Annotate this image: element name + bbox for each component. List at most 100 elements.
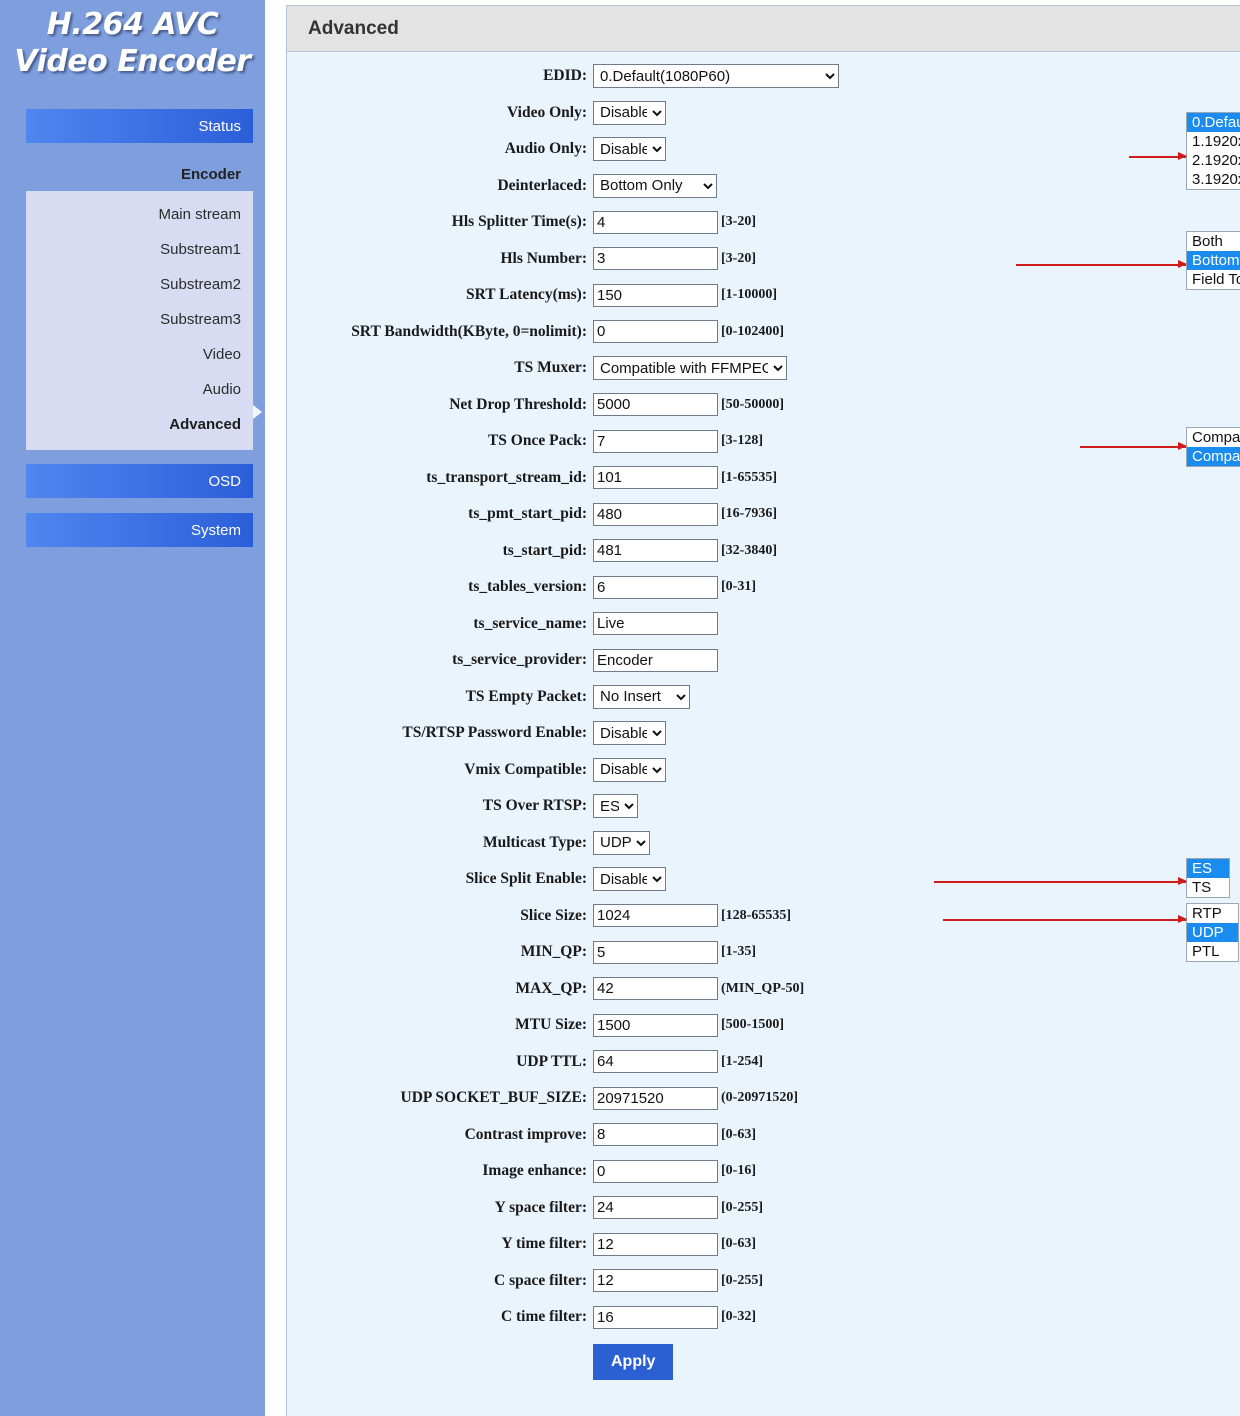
form-row: SRT Latency(ms): [1-10000]: [287, 277, 1240, 314]
arrow-head: [1178, 877, 1187, 885]
sidebar-item-video[interactable]: Video: [26, 337, 253, 372]
field-control: Disable: [593, 757, 666, 782]
text-field[interactable]: [593, 283, 718, 307]
text-field[interactable]: [593, 210, 718, 234]
text-field[interactable]: [593, 539, 718, 563]
form-row: UDP SOCKET_BUF_SIZE: (0-20971520]: [287, 1080, 1240, 1117]
dropdown-option[interactable]: Bottom Only: [1187, 251, 1240, 270]
dropdown-option[interactable]: UDP: [1187, 923, 1238, 942]
field-range-hint: [0-63]: [721, 1236, 756, 1252]
sidebar-item-substream3[interactable]: Substream3: [26, 302, 253, 337]
field-control: [0-102400]: [593, 320, 784, 344]
select-field[interactable]: Compatible with FFMPEG: [593, 356, 787, 381]
apply-button[interactable]: Apply: [593, 1343, 674, 1380]
field-range-hint: [0-255]: [721, 1199, 763, 1215]
field-label: Vmix Compatible:: [464, 760, 587, 778]
field-label: Net Drop Threshold:: [449, 395, 587, 413]
form-row: Vmix Compatible: Disable: [287, 752, 1240, 789]
field-label: Video Only:: [507, 103, 587, 121]
dropdown-option[interactable]: TS: [1187, 878, 1229, 897]
field-range-hint: [3-128]: [721, 433, 763, 449]
text-field[interactable]: [593, 1013, 718, 1037]
text-field[interactable]: [593, 904, 718, 928]
sidebar-item-advanced[interactable]: Advanced: [26, 407, 253, 442]
select-field[interactable]: Disable: [593, 867, 666, 892]
field-range-hint: [500-1500]: [721, 1017, 784, 1033]
sidebar-item-system[interactable]: System: [26, 513, 253, 547]
form-row: Y space filter: [0-255]: [287, 1190, 1240, 1227]
select-field[interactable]: ES: [593, 794, 638, 819]
arrow-ts-muxer-icon: [1080, 442, 1187, 451]
field-range-hint: [0-102400]: [721, 323, 784, 339]
text-field[interactable]: [593, 247, 718, 271]
select-field[interactable]: UDP: [593, 830, 650, 855]
text-field[interactable]: [593, 648, 718, 672]
text-field[interactable]: [593, 429, 718, 453]
dropdown-option[interactable]: RTP: [1187, 904, 1238, 923]
dropdown-option[interactable]: 1.1920x1080@60_DELL_U2414H: [1187, 132, 1240, 151]
text-field[interactable]: [593, 1050, 718, 1074]
dropdown-option[interactable]: Compatible with FFMPEG: [1187, 447, 1240, 466]
select-field[interactable]: Bottom Only: [593, 173, 717, 198]
dropdown-option[interactable]: Both: [1187, 232, 1240, 251]
multicast-type-options[interactable]: RTP UDP PTL: [1186, 903, 1239, 962]
text-field[interactable]: [593, 393, 718, 417]
field-label: TS Muxer:: [514, 359, 587, 377]
sidebar-item-osd[interactable]: OSD: [26, 464, 253, 498]
text-field[interactable]: [593, 320, 718, 344]
field-control: [3-20]: [593, 210, 756, 234]
sidebar-item-status[interactable]: Status: [26, 109, 253, 143]
text-field[interactable]: [593, 1086, 718, 1110]
text-field[interactable]: [593, 1196, 718, 1220]
apply-row: Apply: [287, 1336, 1240, 1388]
form-row: Y time filter: [0-63]: [287, 1226, 1240, 1263]
edid-options[interactable]: 0.Default(1080P60)1.1920x1080@60_DELL_U2…: [1186, 112, 1240, 190]
select-field[interactable]: Disable: [593, 757, 666, 782]
field-control: [3-20]: [593, 247, 756, 271]
dropdown-option[interactable]: Field To Frame: [1187, 270, 1240, 289]
dropdown-option[interactable]: 2.1920x1080@60_ITE: [1187, 151, 1240, 170]
sidebar-item-audio[interactable]: Audio: [26, 372, 253, 407]
dropdown-option[interactable]: ES: [1187, 859, 1229, 878]
sidebar-group-encoder[interactable]: Encoder: [26, 157, 253, 191]
select-field[interactable]: Disable: [593, 137, 666, 162]
select-field[interactable]: Disable: [593, 100, 666, 125]
sidebar-item-substream1[interactable]: Substream1: [26, 232, 253, 267]
text-field[interactable]: [593, 1269, 718, 1293]
text-field[interactable]: [593, 466, 718, 490]
field-control: Disable: [593, 867, 666, 892]
select-field[interactable]: No Insert: [593, 684, 690, 709]
select-field[interactable]: Disable: [593, 721, 666, 746]
field-control: 0.Default(1080P60): [593, 64, 839, 89]
text-field[interactable]: [593, 502, 718, 526]
app-logo: H.264 AVC Video Encoder: [0, 0, 265, 80]
ts-muxer-options[interactable]: Compatible with VLCCompatible with FFMPE…: [1186, 427, 1240, 467]
form-row: ts_pmt_start_pid: [16-7936]: [287, 496, 1240, 533]
field-label: ts_pmt_start_pid:: [468, 505, 587, 523]
dropdown-option[interactable]: PTL: [1187, 942, 1238, 961]
select-field[interactable]: 0.Default(1080P60): [593, 64, 839, 89]
text-field[interactable]: [593, 612, 718, 636]
text-field[interactable]: [593, 1123, 718, 1147]
text-field[interactable]: [593, 1232, 718, 1256]
text-field[interactable]: [593, 575, 718, 599]
deinterlaced-options[interactable]: BothBottom OnlyField To Frame: [1186, 231, 1240, 290]
dropdown-option[interactable]: Compatible with VLC: [1187, 428, 1240, 447]
form-row: C time filter: [0-32]: [287, 1299, 1240, 1336]
dropdown-option[interactable]: 0.Default(1080P60): [1187, 113, 1240, 132]
field-range-hint: [32-3840]: [721, 542, 777, 558]
dropdown-option[interactable]: 3.1920x1080@60_RGB: [1187, 170, 1240, 189]
field-control: [1-254]: [593, 1050, 763, 1074]
arrow-head: [1178, 442, 1187, 450]
sidebar-item-main-stream[interactable]: Main stream: [26, 197, 253, 232]
ts-over-rtsp-options[interactable]: ES TS: [1186, 858, 1230, 898]
sidebar-item-substream2[interactable]: Substream2: [26, 267, 253, 302]
field-range-hint: [50-50000]: [721, 396, 784, 412]
field-control: [3-128]: [593, 429, 763, 453]
text-field[interactable]: [593, 1305, 718, 1329]
field-label: Slice Split Enable:: [465, 870, 587, 888]
field-control: [0-255]: [593, 1269, 763, 1293]
text-field[interactable]: [593, 1159, 718, 1183]
text-field[interactable]: [593, 940, 718, 964]
text-field[interactable]: [593, 977, 718, 1001]
